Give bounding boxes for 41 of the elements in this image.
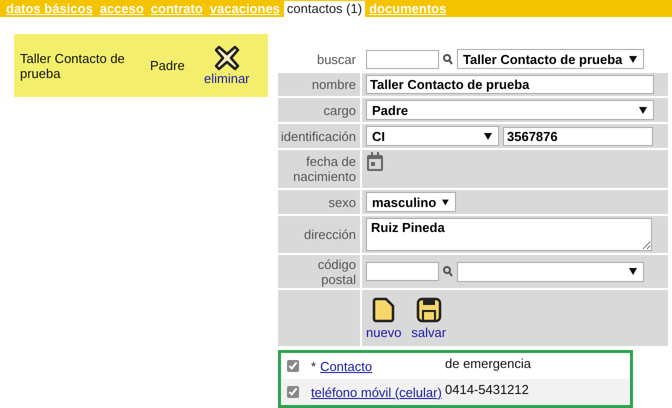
field-label: fecha de nacimiento xyxy=(278,150,360,188)
contact-role: Padre xyxy=(150,58,186,73)
caret-icon xyxy=(629,56,637,62)
postal-code-select[interactable] xyxy=(457,262,644,282)
postal-code-field[interactable] xyxy=(366,262,439,281)
field-label: cargo xyxy=(278,98,360,122)
contact-select[interactable]: Taller Contacto de prueba xyxy=(457,49,644,69)
contact-value: 0414-5431212 xyxy=(445,382,529,396)
calendar-icon[interactable] xyxy=(366,152,384,172)
required-mark: * xyxy=(311,358,316,374)
field-label: sexo xyxy=(278,190,360,214)
caret-icon xyxy=(484,132,492,140)
search-icon[interactable] xyxy=(443,54,453,64)
action-link[interactable]: salvar xyxy=(411,324,446,340)
new-document-icon[interactable] xyxy=(372,296,396,322)
id-type-select[interactable]: CI xyxy=(366,126,499,146)
tab[interactable]: contactos (1) xyxy=(284,1,366,17)
contact-value: de emergencia xyxy=(445,356,531,370)
caret-icon xyxy=(442,198,449,206)
caret-icon xyxy=(639,106,647,114)
role-select[interactable]: Padre xyxy=(366,100,654,120)
contact-type-link[interactable]: teléfono móvil (celular) xyxy=(311,384,442,400)
sex-select[interactable]: masculino xyxy=(366,192,456,212)
save-icon[interactable] xyxy=(416,296,442,322)
name-field[interactable]: Taller Contacto de prueba xyxy=(366,75,654,94)
delete-icon[interactable] xyxy=(214,45,240,71)
address-field[interactable]: Ruiz Pineda xyxy=(366,218,652,251)
contact-type-link[interactable]: Contacto xyxy=(320,358,372,374)
checkbox[interactable] xyxy=(287,360,299,372)
search-field[interactable] xyxy=(366,50,439,68)
field-label: dirección xyxy=(278,216,360,253)
field-label: nombre xyxy=(278,73,360,96)
field-label: código postal xyxy=(278,255,360,288)
checkbox[interactable] xyxy=(287,386,299,398)
search-icon[interactable] xyxy=(443,266,453,277)
action-link[interactable]: nuevo xyxy=(366,324,402,340)
caret-icon xyxy=(629,268,637,275)
field-label: identificación xyxy=(278,124,360,148)
id-number-field[interactable]: 3567876 xyxy=(503,126,653,146)
delete-link[interactable]: eliminar xyxy=(204,71,250,86)
contact-name: Taller Contacto de prueba xyxy=(20,50,126,80)
